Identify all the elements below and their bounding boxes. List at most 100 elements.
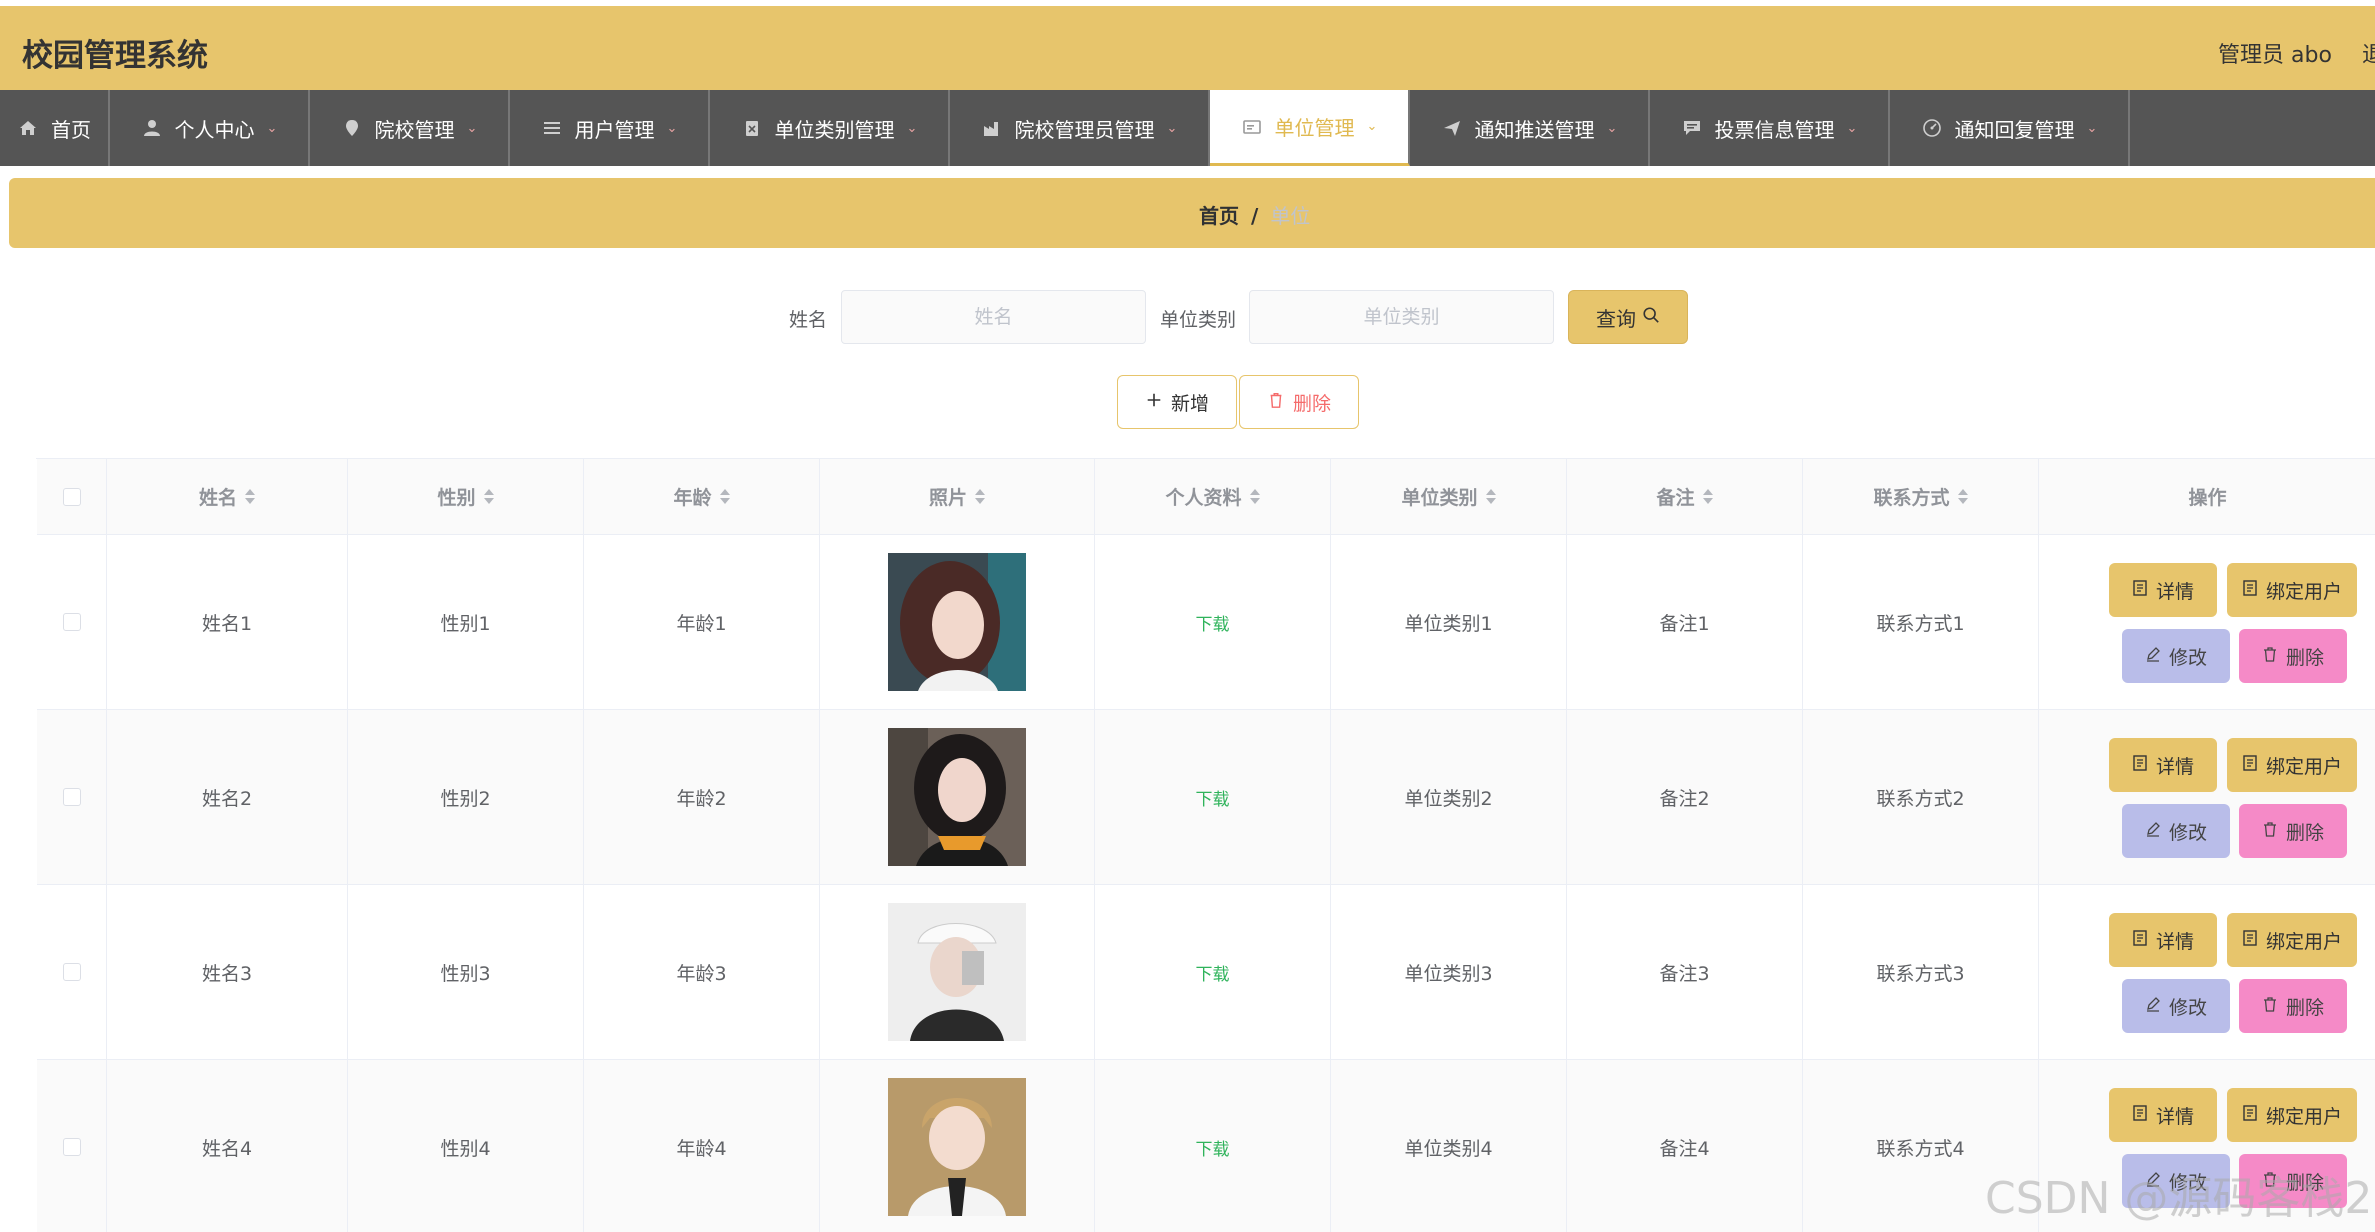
nav-item-votes[interactable]: 投票信息管理 ⌄	[1650, 90, 1890, 166]
list-icon	[541, 117, 563, 139]
edit-button[interactable]: 修改	[2122, 979, 2230, 1033]
nav-item-schools[interactable]: 院校管理 ⌄	[310, 90, 510, 166]
column-header-age[interactable]: 年龄	[584, 459, 820, 534]
add-button[interactable]: 新增	[1117, 375, 1237, 429]
sort-icon[interactable]	[245, 489, 255, 504]
factory-icon	[981, 117, 1003, 139]
sort-icon[interactable]	[1957, 489, 1968, 504]
delete-button[interactable]: 删除	[2239, 979, 2347, 1033]
row-checkbox[interactable]	[62, 1138, 81, 1156]
document-icon	[2132, 754, 2156, 776]
search-icon	[1636, 305, 1660, 329]
query-label: 查询	[1596, 306, 1636, 331]
bind-user-button[interactable]: 绑定用户	[2227, 563, 2357, 617]
table-row: 姓名1 性别1 年龄1 下载 单位类别1 备注1 联系方式1 详情 绑定用户 修…	[37, 535, 2375, 710]
nav-item-users[interactable]: 用户管理 ⌄	[510, 90, 710, 166]
nav-label: 院校管理	[374, 117, 455, 142]
column-label: 操作	[2188, 487, 2227, 509]
breadcrumb-home[interactable]: 首页	[1199, 204, 1239, 228]
column-header-note[interactable]: 备注	[1567, 459, 1803, 534]
cell-note: 备注3	[1567, 885, 1803, 1059]
user-photo[interactable]	[888, 728, 1026, 866]
sort-icon[interactable]	[1702, 489, 1713, 504]
edit-button[interactable]: 修改	[2122, 629, 2230, 683]
chevron-down-icon: ⌄	[2086, 120, 2098, 136]
row-checkbox[interactable]	[62, 963, 81, 981]
cell-note: 备注1	[1567, 535, 1803, 709]
name-label: 姓名	[789, 309, 828, 331]
bind-user-button[interactable]: 绑定用户	[2227, 738, 2357, 792]
chevron-down-icon: ⌄	[1606, 120, 1618, 136]
bind-user-label: 绑定用户	[2265, 1105, 2342, 1128]
breadcrumb-separator: /	[1251, 204, 1259, 228]
detail-button[interactable]: 详情	[2109, 738, 2217, 792]
column-label: 照片	[928, 487, 967, 509]
column-header-name[interactable]: 姓名	[107, 459, 348, 534]
sort-icon[interactable]	[719, 489, 730, 504]
column-label: 单位类别	[1401, 487, 1478, 509]
bind-user-label: 绑定用户	[2265, 755, 2342, 778]
logout-link[interactable]: 退	[2362, 37, 2375, 69]
detail-button[interactable]: 详情	[2109, 563, 2217, 617]
unit-type-search-input[interactable]	[1249, 290, 1554, 344]
select-all-checkbox[interactable]	[62, 487, 81, 506]
column-header-unit-type[interactable]: 单位类别	[1331, 459, 1567, 534]
row-checkbox[interactable]	[62, 788, 81, 806]
trash-icon	[2262, 820, 2286, 842]
document-icon	[2132, 579, 2156, 601]
bind-user-label: 绑定用户	[2265, 930, 2342, 953]
table-row: 姓名2 性别2 年龄2 下载 单位类别2 备注2 联系方式2 详情 绑定用户 修…	[37, 710, 2375, 885]
row-checkbox[interactable]	[62, 613, 81, 631]
download-link[interactable]: 下载	[1196, 960, 1230, 985]
name-search-input[interactable]	[841, 290, 1146, 344]
download-link[interactable]: 下载	[1196, 610, 1230, 635]
column-header-photo[interactable]: 照片	[820, 459, 1095, 534]
current-user[interactable]: 管理员 abo	[2218, 37, 2332, 69]
pencil-icon	[2145, 645, 2169, 667]
trash-icon	[2262, 995, 2286, 1017]
pin-icon	[341, 117, 363, 139]
nav-label: 用户管理	[574, 117, 655, 142]
trash-icon	[2262, 645, 2286, 667]
column-label: 性别	[437, 487, 476, 509]
query-button[interactable]: 查询	[1568, 290, 1688, 344]
user-photo[interactable]	[888, 553, 1026, 691]
plus-icon	[1145, 391, 1171, 414]
nav-item-unit-types[interactable]: 单位类别管理 ⌄	[710, 90, 950, 166]
user-photo[interactable]	[888, 1078, 1026, 1216]
sort-icon[interactable]	[483, 489, 494, 504]
download-link[interactable]: 下载	[1196, 1135, 1230, 1160]
batch-delete-button[interactable]: 删除	[1239, 375, 1359, 429]
watermark: CSDN @源码客栈2	[1985, 1173, 2373, 1224]
detail-button[interactable]: 详情	[2109, 1088, 2217, 1142]
bind-user-button[interactable]: 绑定用户	[2227, 1088, 2357, 1142]
nav-item-school-admins[interactable]: 院校管理员管理 ⌄	[950, 90, 1210, 166]
cell-photo	[820, 1060, 1095, 1232]
user-photo[interactable]	[888, 903, 1026, 1041]
chevron-down-icon: ⌄	[906, 120, 918, 136]
download-link[interactable]: 下载	[1196, 785, 1230, 810]
column-header-contact[interactable]: 联系方式	[1803, 459, 2039, 534]
sort-icon[interactable]	[975, 489, 985, 504]
send-icon	[1441, 117, 1463, 139]
delete-button[interactable]: 删除	[2239, 804, 2347, 858]
sort-icon[interactable]	[1249, 489, 1260, 504]
cell-actions: 详情 绑定用户 修改 删除	[2039, 710, 2375, 884]
delete-button[interactable]: 删除	[2239, 629, 2347, 683]
cell-profile: 下载	[1095, 1060, 1331, 1232]
column-header-gender[interactable]: 性别	[348, 459, 584, 534]
cell-note: 备注4	[1567, 1060, 1803, 1232]
nav-item-notice-replies[interactable]: 通知回复管理 ⌄	[1890, 90, 2130, 166]
edit-button[interactable]: 修改	[2122, 804, 2230, 858]
column-label: 个人资料	[1165, 487, 1242, 509]
nav-item-home[interactable]: 首页	[0, 90, 110, 166]
column-header-profile[interactable]: 个人资料	[1095, 459, 1331, 534]
bind-user-button[interactable]: 绑定用户	[2227, 913, 2357, 967]
sort-icon[interactable]	[1485, 489, 1496, 504]
detail-button[interactable]: 详情	[2109, 913, 2217, 967]
cell-age: 年龄4	[584, 1060, 820, 1232]
nav-item-units[interactable]: 单位管理 ⌄	[1210, 90, 1410, 166]
detail-label: 详情	[2155, 1105, 2194, 1128]
nav-item-profile[interactable]: 个人中心 ⌄	[110, 90, 310, 166]
nav-item-notice-push[interactable]: 通知推送管理 ⌄	[1410, 90, 1650, 166]
